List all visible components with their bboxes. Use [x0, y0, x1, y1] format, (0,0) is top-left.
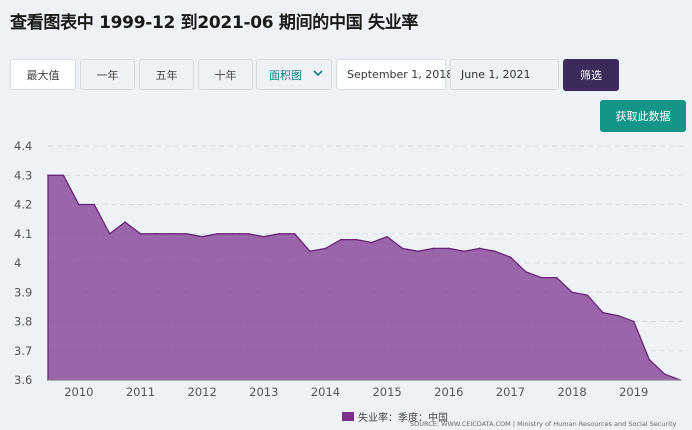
data-point	[309, 250, 311, 253]
data-point	[632, 320, 635, 323]
data-point	[447, 247, 450, 250]
data-point	[525, 270, 527, 273]
data-point	[278, 232, 281, 235]
x-tick-label: 2015	[372, 385, 401, 399]
data-point	[401, 247, 404, 250]
data-point	[509, 256, 512, 258]
data-point	[78, 203, 80, 206]
y-tick-label: 3.6	[14, 373, 32, 387]
data-point	[432, 247, 435, 250]
x-tick-label: 2019	[619, 385, 648, 399]
data-point	[216, 232, 219, 235]
source-note: SOURCE: WWW.CEICDATA.COM | Ministry of H…	[410, 420, 677, 428]
x-tick-label: 2017	[496, 385, 525, 399]
x-tick-label: 2014	[311, 385, 340, 399]
data-point	[417, 250, 419, 253]
data-point	[340, 238, 342, 241]
y-tick-label: 4.1	[14, 227, 32, 241]
data-point	[47, 174, 49, 177]
data-point	[586, 294, 589, 296]
y-tick-label: 4	[14, 256, 21, 270]
data-point	[293, 232, 296, 235]
data-point	[463, 250, 465, 253]
y-tick-label: 4.2	[14, 198, 32, 212]
chart-area-layer	[47, 174, 681, 381]
data-point	[170, 232, 173, 235]
data-point	[93, 203, 96, 206]
area-series-unemployment	[47, 174, 681, 381]
x-tick-label: 2010	[64, 385, 93, 399]
data-point	[108, 232, 111, 235]
data-point	[247, 232, 250, 235]
data-point	[324, 247, 327, 250]
data-point	[648, 358, 650, 361]
y-tick-label: 3.9	[14, 285, 32, 299]
data-point	[370, 241, 373, 244]
legend-swatch	[342, 412, 354, 421]
data-point	[232, 232, 234, 235]
data-point	[571, 291, 573, 294]
data-point	[494, 250, 496, 253]
y-tick-label: 4.3	[14, 168, 32, 182]
x-tick-label: 2016	[434, 385, 463, 399]
data-point	[540, 276, 543, 279]
data-point	[663, 373, 666, 375]
x-tick-label: 2013	[249, 385, 278, 399]
x-tick-label: 2011	[126, 385, 155, 399]
data-point	[155, 232, 157, 235]
data-point	[386, 235, 388, 238]
data-point	[478, 247, 481, 250]
data-point	[555, 276, 558, 279]
data-point	[263, 235, 265, 238]
y-tick-label: 3.8	[14, 315, 32, 329]
x-tick-label: 2012	[188, 385, 217, 399]
data-point	[185, 232, 188, 235]
data-point	[124, 221, 126, 223]
data-point	[201, 235, 203, 238]
data-point	[139, 232, 142, 235]
y-tick-label: 4.4	[14, 139, 32, 153]
y-tick-label: 3.7	[14, 344, 32, 358]
data-point	[617, 314, 620, 317]
data-point	[602, 311, 604, 314]
data-point	[62, 174, 65, 177]
x-tick-label: 2018	[557, 385, 586, 399]
data-point	[355, 238, 358, 241]
area-chart: 3.6 3.7 3.8 3.9 4 4.1 4.2 4.3 4.4 2010 2011 2012 201…	[14, 139, 686, 399]
